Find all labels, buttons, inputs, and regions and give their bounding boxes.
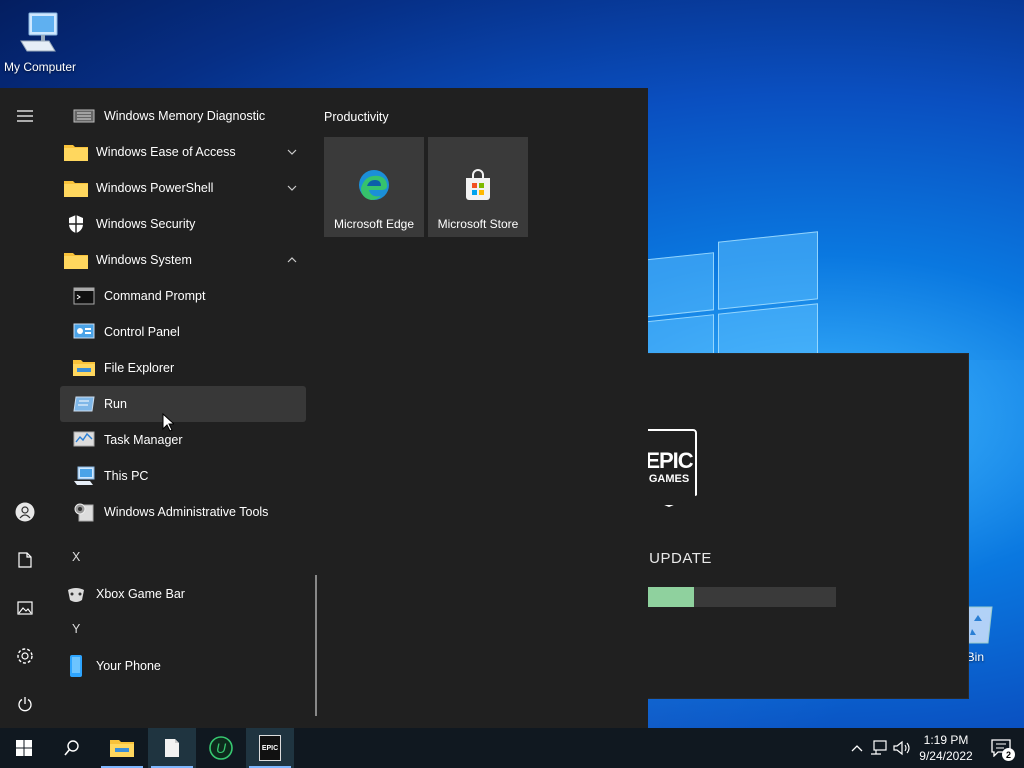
taskbar-notepad[interactable] — [148, 728, 196, 768]
folder-icon — [64, 176, 88, 200]
folder-icon — [64, 140, 88, 164]
app-windows-memory-diagnostic[interactable]: Windows Memory Diagnostic — [60, 98, 306, 134]
network-icon[interactable] — [868, 740, 890, 756]
update-progress-bar — [621, 587, 836, 607]
app-file-explorer[interactable]: File Explorer — [60, 350, 306, 386]
computer-icon — [16, 10, 64, 56]
file-explorer-icon — [110, 740, 134, 757]
file-explorer-icon — [72, 356, 96, 380]
edge-icon — [356, 167, 392, 203]
volume-icon[interactable] — [890, 740, 914, 756]
tile-microsoft-edge[interactable]: Microsoft Edge — [324, 137, 424, 237]
upwork-icon: U — [209, 736, 233, 760]
system-tray: 1:19 PM 9/24/2022 2 — [846, 728, 1024, 768]
settings-icon[interactable] — [0, 636, 50, 676]
store-icon — [460, 167, 496, 203]
show-hidden-icons-chevron-icon[interactable] — [846, 744, 868, 752]
app-control-panel[interactable]: Control Panel — [60, 314, 306, 350]
xbox-game-bar-icon — [64, 582, 88, 606]
letter-header-y[interactable]: Y — [72, 622, 80, 636]
app-this-pc[interactable]: This PC — [60, 458, 306, 494]
taskbar-file-explorer[interactable] — [98, 728, 146, 768]
folder-icon — [64, 248, 88, 272]
epic-games-icon: EPIC — [259, 735, 281, 761]
epic-games-logo: EPIC GAMES — [641, 429, 697, 507]
app-folder-windows-powershell[interactable]: Windows PowerShell — [60, 170, 306, 206]
power-icon[interactable] — [0, 684, 50, 724]
app-run[interactable]: Run — [60, 386, 306, 422]
command-prompt-icon — [72, 284, 96, 308]
notification-count-badge: 2 — [1002, 748, 1015, 761]
letter-header-x[interactable]: X — [72, 550, 80, 564]
app-task-manager[interactable]: Task Manager — [60, 422, 306, 458]
app-folder-windows-system[interactable]: Windows System — [60, 242, 306, 278]
app-list: Windows Memory Diagnostic Windows Ease o… — [60, 98, 306, 718]
user-icon[interactable] — [0, 492, 50, 532]
desktop-icon-label: My Computer — [3, 60, 77, 74]
clock-time: 1:19 PM — [923, 733, 969, 747]
clock[interactable]: 1:19 PM 9/24/2022 — [914, 732, 978, 764]
memory-diagnostic-icon — [72, 104, 96, 128]
notepad-icon — [165, 739, 179, 757]
control-panel-icon — [72, 320, 96, 344]
tile-microsoft-store[interactable]: Microsoft Store — [428, 137, 528, 237]
search-icon — [64, 740, 79, 756]
taskbar-upwork[interactable]: U — [198, 728, 244, 768]
admin-tools-icon — [72, 500, 96, 524]
clock-date: 9/24/2022 — [919, 749, 973, 763]
app-windows-security[interactable]: Windows Security — [60, 206, 306, 242]
app-command-prompt[interactable]: Command Prompt — [60, 278, 306, 314]
documents-icon[interactable] — [0, 540, 50, 580]
start-rail — [0, 88, 50, 728]
start-icon — [16, 740, 32, 756]
app-xbox-game-bar[interactable]: Xbox Game Bar — [60, 576, 306, 612]
taskbar: U EPIC 1:19 PM 9/24/2022 2 — [0, 728, 1024, 768]
app-your-phone[interactable]: Your Phone — [60, 648, 306, 684]
tiles-group-title[interactable]: Productivity — [324, 110, 389, 124]
mouse-cursor-icon — [162, 412, 176, 436]
app-folder-windows-ease-of-access[interactable]: Windows Ease of Access — [60, 134, 306, 170]
this-pc-icon — [72, 464, 96, 488]
your-phone-icon — [64, 654, 88, 678]
run-icon — [72, 392, 96, 416]
shield-icon — [64, 212, 88, 236]
chevron-down-icon[interactable] — [286, 182, 298, 194]
pictures-icon[interactable] — [0, 588, 50, 628]
app-list-scrollbar[interactable] — [315, 575, 317, 716]
chevron-down-icon[interactable] — [286, 146, 298, 158]
start-button[interactable] — [0, 728, 48, 768]
start-menu: Windows Memory Diagnostic Windows Ease o… — [0, 88, 648, 728]
desktop-icon-my-computer[interactable]: My Computer — [0, 10, 80, 74]
app-windows-administrative-tools[interactable]: Windows Administrative Tools — [60, 494, 306, 530]
menu-icon[interactable] — [0, 96, 50, 136]
chevron-up-icon[interactable] — [286, 254, 298, 266]
search-button[interactable] — [48, 728, 96, 768]
svg-text:U: U — [216, 740, 227, 756]
taskbar-epic-games[interactable]: EPIC — [246, 728, 294, 768]
action-center-button[interactable]: 2 — [978, 728, 1024, 768]
task-manager-icon — [72, 428, 96, 452]
